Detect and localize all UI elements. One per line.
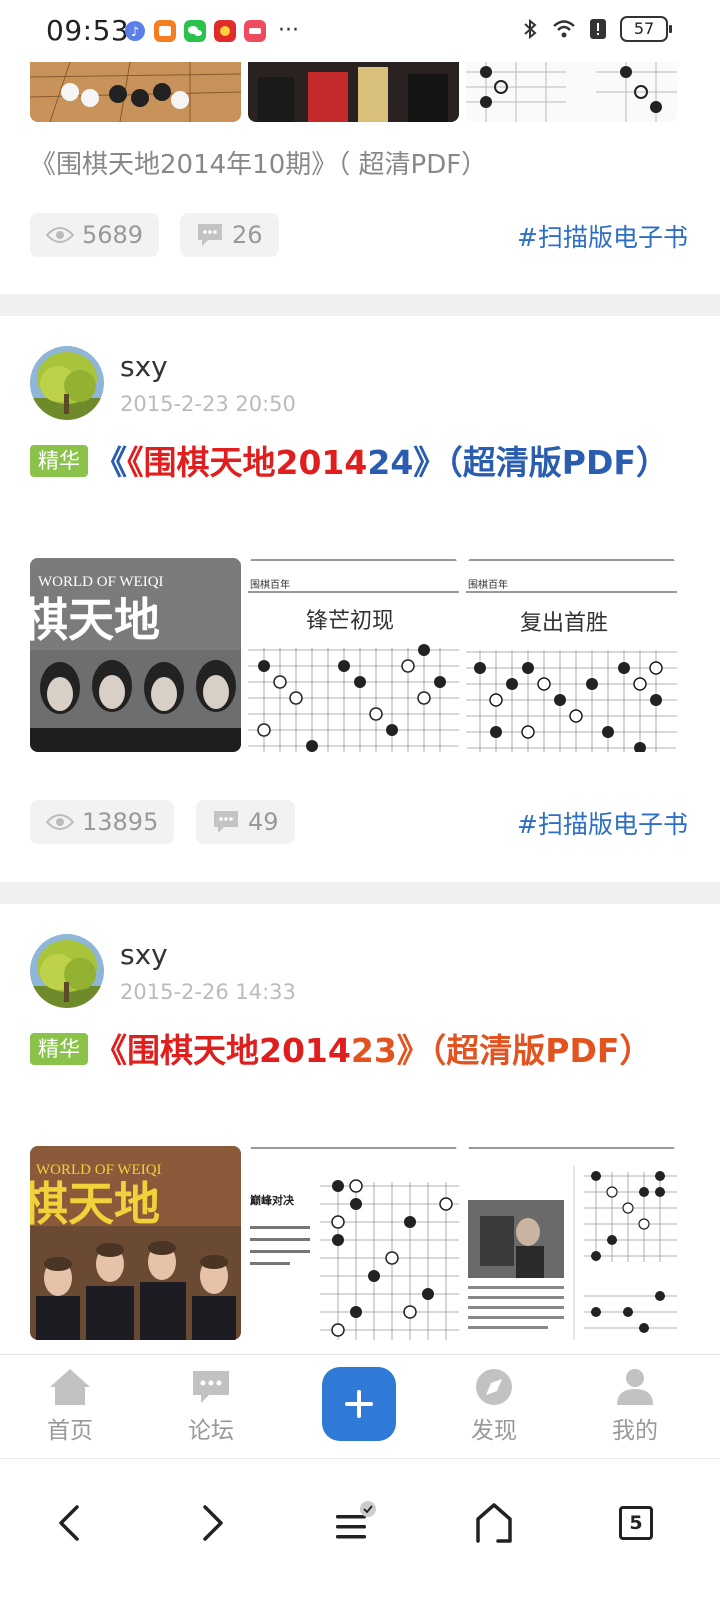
- svg-text:♪: ♪: [131, 25, 139, 40]
- browser-home-icon: [476, 1503, 512, 1543]
- alert-icon: [590, 19, 606, 39]
- status-bar: 09:53 ♪ ··· 57: [0, 0, 720, 62]
- menu-button[interactable]: [326, 1495, 382, 1551]
- menu-icon: [336, 1501, 376, 1539]
- thumbnail-magazine-name: WORLD OF WEIQI: [36, 1162, 162, 1178]
- music-app-icon: ♪: [125, 21, 145, 41]
- home-icon: [50, 1369, 90, 1405]
- compass-icon: [476, 1369, 512, 1405]
- forward-button[interactable]: [184, 1495, 240, 1551]
- comment-count-value: 49: [248, 808, 279, 836]
- nav-discover-label: 发现: [471, 1418, 517, 1444]
- nav-mine-label: 我的: [612, 1418, 658, 1444]
- post-thumbnails: [30, 62, 677, 122]
- post-tag-link[interactable]: #扫描版电子书: [517, 218, 688, 254]
- post-date: 2015-2-23 20:50: [120, 392, 296, 416]
- nav-forum-label: 论坛: [188, 1418, 234, 1444]
- post-divider: [0, 294, 720, 316]
- featured-badge: 精华: [30, 1033, 88, 1065]
- comment-count[interactable]: 26: [180, 213, 279, 257]
- comment-icon: [198, 224, 222, 246]
- comment-count-value: 26: [232, 221, 263, 249]
- avatar[interactable]: [30, 934, 104, 1008]
- battery-indicator: 57: [620, 16, 672, 42]
- page-title-text: 巅峰对决: [249, 1193, 295, 1207]
- bluetooth-icon: [524, 18, 537, 40]
- thumbnail-image[interactable]: WORLD OF WEIQI 棋天地: [30, 1146, 241, 1340]
- back-arrow-icon: [59, 1505, 79, 1541]
- thumbnail-logo-text: 棋天地: [30, 593, 160, 647]
- notification-icons: ♪ ···: [124, 20, 299, 42]
- view-count-value: 5689: [82, 221, 144, 249]
- eye-icon: [46, 227, 74, 243]
- post-card[interactable]: sxy 2015-2-23 20:50 精华 《《围棋天地201424》（超清版P…: [0, 316, 720, 882]
- avatar[interactable]: [30, 346, 104, 420]
- thumbnail-image[interactable]: [466, 62, 677, 122]
- home-button[interactable]: [466, 1495, 522, 1551]
- nav-home[interactable]: 首页: [20, 1367, 120, 1445]
- page-title-text: 锋芒初现: [306, 609, 394, 634]
- thumbnail-image[interactable]: 围棋百年 锋芒初现: [248, 558, 459, 752]
- plus-icon: [345, 1390, 373, 1418]
- shopping-app-icon: [154, 20, 176, 42]
- eye-icon: [46, 814, 74, 830]
- post-thumbnails: WORLD OF WEIQI 棋天地 巅峰对决: [30, 1146, 677, 1340]
- post-title-part-red: 《围棋天地2014: [127, 443, 368, 482]
- browser-toolbar: 5: [0, 1458, 720, 1600]
- nav-discover[interactable]: 发现: [444, 1367, 544, 1445]
- wechat-icon: [184, 20, 206, 42]
- author-name[interactable]: sxy: [120, 938, 168, 971]
- view-count: 5689: [30, 213, 160, 257]
- status-time: 09:53: [46, 14, 130, 47]
- nav-home-label: 首页: [47, 1418, 93, 1444]
- thumbnail-image[interactable]: 围棋百年 复出首胜: [466, 558, 677, 752]
- post-title-part-orange: 23》（超清版PDF）: [350, 1031, 653, 1070]
- post-caption[interactable]: 《围棋天地2014年10期》（ 超清PDF）: [30, 144, 487, 181]
- system-status-icons: 57: [518, 16, 672, 42]
- pink-app-icon: [244, 20, 266, 42]
- back-button[interactable]: [42, 1495, 98, 1551]
- view-count: 13895: [30, 800, 175, 844]
- page-header-text: 围棋百年: [250, 578, 290, 591]
- post-card[interactable]: sxy 2015-2-26 14:33 精华 《围棋天地201423》（超清版PD…: [0, 904, 720, 1354]
- post-divider: [0, 882, 720, 904]
- thumbnail-logo-text: 棋天地: [30, 1177, 160, 1231]
- post-thumbnails: WORLD OF WEIQI 棋天地 围棋百年 锋芒初现 围棋百年 复出首胜: [30, 558, 677, 752]
- forum-chat-icon: [193, 1371, 229, 1403]
- nav-mine[interactable]: 我的: [585, 1367, 685, 1445]
- post-feed[interactable]: 《围棋天地2014年10期》（ 超清PDF） 5689 26 #扫描版电子书 s…: [0, 62, 720, 1354]
- forward-arrow-icon: [203, 1505, 223, 1541]
- comment-icon: [214, 811, 238, 833]
- thumbnail-image[interactable]: [30, 62, 241, 122]
- author-name[interactable]: sxy: [120, 350, 168, 383]
- new-post-button[interactable]: [322, 1367, 396, 1441]
- post-title-part-blue: 24》（超清版PDF）: [367, 443, 669, 482]
- tabs-button[interactable]: 5: [608, 1495, 664, 1551]
- nav-forum[interactable]: 论坛: [161, 1367, 261, 1445]
- more-notifications-icon: ···: [278, 18, 299, 43]
- post-card[interactable]: 《围棋天地2014年10期》（ 超清PDF） 5689 26 #扫描版电子书: [0, 62, 720, 294]
- wifi-icon: [553, 20, 575, 38]
- tab-count: 5: [619, 1506, 653, 1540]
- thumbnail-image[interactable]: 巅峰对决: [248, 1146, 459, 1340]
- featured-badge: 精华: [30, 445, 88, 477]
- view-count-value: 13895: [82, 808, 159, 836]
- post-tag-link[interactable]: #扫描版电子书: [517, 805, 688, 841]
- post-title[interactable]: 精华 《《围棋天地201424》（超清版PDF）: [30, 438, 690, 488]
- red-app-icon: [214, 20, 236, 42]
- comment-count[interactable]: 49: [196, 800, 295, 844]
- user-icon: [617, 1369, 653, 1405]
- post-title[interactable]: 精华 《围棋天地201423》（超清版PDF）: [30, 1026, 690, 1076]
- app-bottom-nav: 首页 论坛 发现 我的: [0, 1354, 720, 1458]
- thumbnail-image[interactable]: WORLD OF WEIQI 棋天地: [30, 558, 241, 752]
- page-header-text: 围棋百年: [468, 578, 508, 591]
- thumbnail-magazine-name: WORLD OF WEIQI: [38, 574, 164, 590]
- page-title-text: 复出首胜: [520, 611, 608, 636]
- thumbnail-image[interactable]: [248, 62, 459, 122]
- post-date: 2015-2-26 14:33: [120, 980, 296, 1004]
- post-title-part-red: 《围棋天地2014: [94, 1031, 351, 1070]
- thumbnail-image[interactable]: [466, 1146, 677, 1340]
